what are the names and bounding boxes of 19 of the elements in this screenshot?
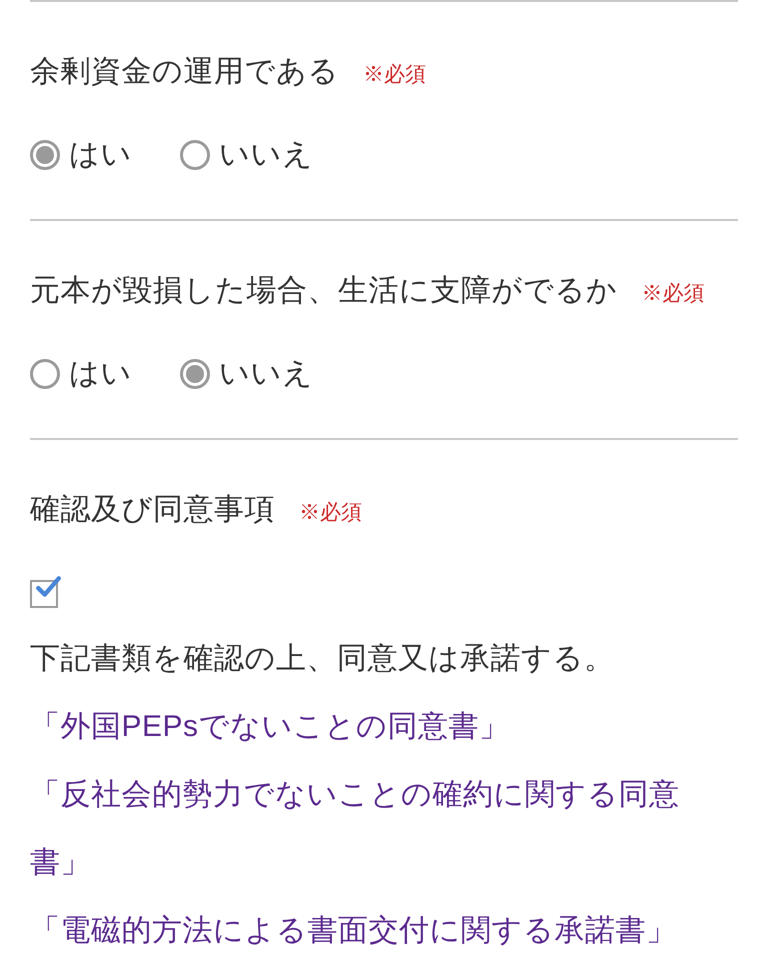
radio-button[interactable] bbox=[180, 359, 210, 389]
option-label: はい bbox=[69, 356, 132, 392]
required-note: ※必須 bbox=[299, 500, 362, 526]
option-label: はい bbox=[69, 137, 132, 173]
question-label: 確認及び同意事項 bbox=[30, 492, 275, 528]
required-note: ※必須 bbox=[363, 62, 426, 88]
required-note: ※必須 bbox=[642, 281, 704, 307]
document-link[interactable]: 「電磁的方法による書面交付に関する承諾書」 bbox=[30, 897, 738, 954]
document-link[interactable]: 「反社会的勢力でないことの確約に関する同意書」 bbox=[30, 761, 738, 897]
option-label: いいえ bbox=[219, 356, 314, 392]
radio-button[interactable] bbox=[30, 359, 60, 389]
radio-button[interactable] bbox=[30, 140, 60, 170]
question-label: 元本が毀損した場合、生活に支障がでるか bbox=[30, 273, 618, 309]
document-link[interactable]: 「外国PEPsでないことの同意書」 bbox=[30, 693, 738, 761]
option-label: いいえ bbox=[219, 137, 314, 173]
radio-button[interactable] bbox=[180, 140, 210, 170]
consent-statement: 下記書類を確認の上、同意又は承諾する。 bbox=[30, 641, 616, 677]
question-label: 余剰資金の運用である bbox=[30, 54, 339, 90]
checkbox[interactable] bbox=[30, 574, 62, 608]
